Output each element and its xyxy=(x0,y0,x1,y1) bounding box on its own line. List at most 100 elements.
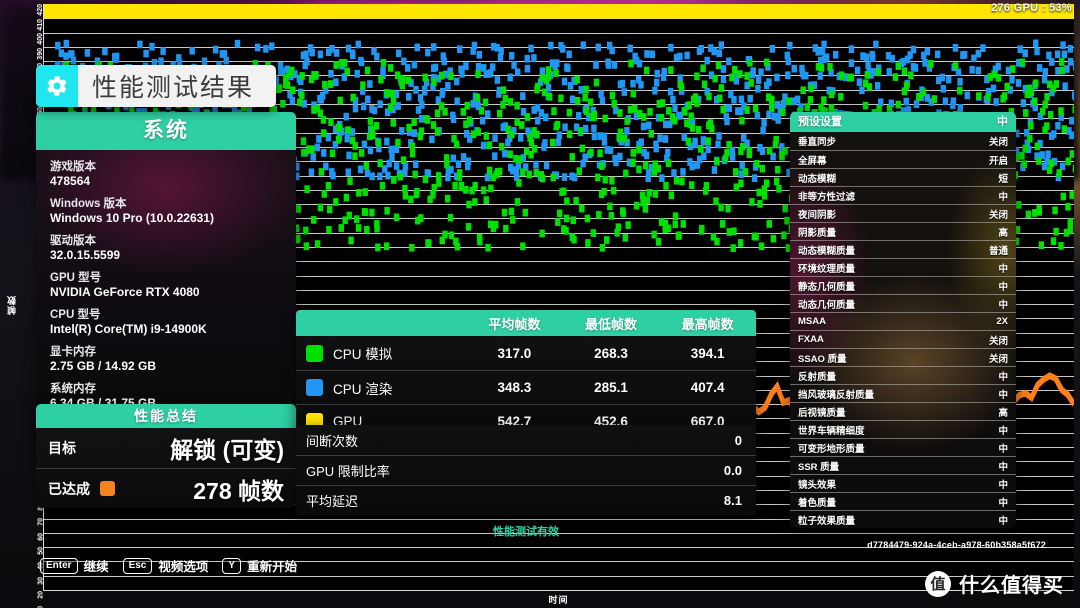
benchmark-run-hash: d7784479-924a-4ceb-a978-60b358a5f672 xyxy=(867,540,1046,550)
setting-value: 中 xyxy=(998,371,1008,383)
setting-row[interactable]: 夜间阴影 关闭 xyxy=(790,204,1016,222)
setting-label: 环境纹理质量 xyxy=(798,263,856,275)
page-title: 性能测试结果 xyxy=(92,74,255,102)
system-info-item: 游戏版本 478564 xyxy=(50,160,282,190)
setting-row[interactable]: 挡风玻璃反射质量 中 xyxy=(790,384,1016,402)
setting-row[interactable]: 世界车辆精细度 中 xyxy=(790,420,1016,438)
stat-value: 8.1 xyxy=(723,493,742,508)
key-hint[interactable]: Enter 继续 xyxy=(40,556,109,575)
setting-value: 中 xyxy=(998,497,1008,509)
fps-avg-value: 317.0 xyxy=(497,345,532,361)
setting-label: 夜间阴影 xyxy=(798,209,837,221)
setting-value: 高 xyxy=(998,407,1008,419)
summary-target-row: 目标 解锁 (可变) xyxy=(36,428,296,468)
keycap: Enter xyxy=(40,557,78,574)
setting-label: 动态模糊质量 xyxy=(798,245,856,257)
system-info-value: 2.75 GB / 14.92 GB xyxy=(50,359,157,374)
setting-row[interactable]: 静态几何质量 中 xyxy=(790,276,1016,294)
setting-label: SSAO 质量 xyxy=(798,353,847,365)
fps-column-header: 最高帧数 xyxy=(681,316,734,332)
setting-label: 反射质量 xyxy=(798,371,837,383)
setting-row[interactable]: 粒子效果质量 中 xyxy=(790,510,1016,528)
setting-row[interactable]: 后视镜质量 高 xyxy=(790,402,1016,420)
graphics-settings-panel: 预设设置 中 垂直同步 关闭 全屏幕 开启 动态模糊短非等方性过滤中夜间阴影 关闭 阴影质量… xyxy=(790,112,1016,528)
setting-value: 关闭 xyxy=(988,209,1008,221)
summary-achieved-label: 已达成 xyxy=(48,480,90,497)
setting-row[interactable]: MSAA 2X xyxy=(790,312,1016,330)
series-color-swatch xyxy=(306,344,323,362)
setting-label: 垂直同步 xyxy=(798,137,837,148)
summary-rows: 目标 解锁 (可变) 已达成 278 帧数 xyxy=(36,428,296,508)
key-hints-bar: Enter 继续 Esc 视频选项 Y 重新开始 xyxy=(40,556,297,575)
setting-row[interactable]: 垂直同步 关闭 xyxy=(790,132,1016,150)
table-row: CPU 渲染 348.3 285.1 407.4 xyxy=(296,370,756,404)
results-title-bar: 性能测试结果 xyxy=(36,65,277,107)
setting-row[interactable]: 着色质量 中 xyxy=(790,492,1016,510)
key-hint[interactable]: Y 重新开始 xyxy=(222,556,297,575)
setting-label: 静态几何质量 xyxy=(798,281,856,293)
chart-x-axis-title: 时间 xyxy=(548,595,569,605)
setting-value: 中 xyxy=(998,263,1008,275)
fps-max-value: 407.4 xyxy=(690,380,725,395)
system-info-item: 显卡内存 2.75 GB / 14.92 GB xyxy=(50,345,282,375)
gear-icon xyxy=(36,65,78,107)
setting-row[interactable]: 反射质量 中 xyxy=(790,366,1016,384)
setting-row[interactable]: 动态几何质量 中 xyxy=(790,294,1016,312)
keycap: Esc xyxy=(122,557,153,574)
setting-value: 短 xyxy=(998,173,1008,185)
achieved-color-swatch xyxy=(100,481,115,496)
setting-row[interactable]: 可变形地形质量 中 xyxy=(790,438,1016,456)
fps-min-value: 268.3 xyxy=(594,345,628,361)
system-info-label: Windows 版本 xyxy=(50,197,127,210)
series-color-swatch xyxy=(306,379,323,396)
setting-label: 后视镜质量 xyxy=(798,407,846,419)
fps-row-name-cell: CPU 模拟 xyxy=(296,343,466,363)
watermark-badge: 值 xyxy=(925,570,951,597)
setting-label: 可变形地形质量 xyxy=(798,443,865,455)
setting-label: 阴影质量 xyxy=(798,227,837,239)
system-info-label: 系统内存 xyxy=(50,382,96,395)
setting-row[interactable]: 动态模糊质量 普通 xyxy=(790,240,1016,258)
setting-value: 中 xyxy=(998,461,1008,473)
setting-value: 中 xyxy=(998,389,1008,401)
system-info-item: GPU 型号 NVIDIA GeForce RTX 4080 xyxy=(50,271,282,301)
summary-target-label: 目标 xyxy=(48,440,76,456)
system-info-label: GPU 型号 xyxy=(50,271,102,284)
setting-row[interactable]: 非等方性过滤 中 xyxy=(790,186,1016,204)
key-hint[interactable]: Esc 视频选项 xyxy=(122,556,209,575)
setting-row[interactable]: 镜头效果 中 xyxy=(790,474,1016,492)
setting-row[interactable]: 全屏幕 开启 xyxy=(790,150,1016,168)
system-info-item: 驱动版本 32.0.15.5599 xyxy=(50,234,282,264)
setting-row[interactable]: FXAA 关闭 xyxy=(790,330,1016,348)
stat-row: 间断次数 0 xyxy=(296,425,756,455)
watermark-text: 什么值得买 xyxy=(959,575,1064,597)
setting-label: 挡风玻璃反射质量 xyxy=(798,389,875,401)
setting-label: 着色质量 xyxy=(798,497,837,509)
setting-label: 世界车辆精细度 xyxy=(798,425,865,437)
perf-overlay-counter: 276 GPU : 53% xyxy=(991,2,1072,14)
stat-label: 间断次数 xyxy=(306,433,359,449)
setting-row[interactable]: SSR 质量 中 xyxy=(790,456,1016,474)
system-info-item: Windows 版本 Windows 10 Pro (10.0.22631) xyxy=(50,197,282,227)
setting-row[interactable]: 环境纹理质量 中 xyxy=(790,258,1016,276)
key-hint-label: 继续 xyxy=(83,560,109,574)
setting-value: 中 xyxy=(998,191,1008,203)
stat-label: GPU 限制比率 xyxy=(306,464,390,479)
setting-label: 全屏幕 xyxy=(798,155,827,167)
keycap: Y xyxy=(222,557,242,574)
setting-value: 普通 xyxy=(988,245,1008,257)
setting-row[interactable]: 动态模糊 短 xyxy=(790,168,1016,186)
setting-label: MSAA xyxy=(798,316,826,327)
fps-row-name-cell: CPU 渲染 xyxy=(296,378,466,398)
system-info-value: 478564 xyxy=(50,174,91,189)
fps-table-header: 平均帧数 最低帧数 最高帧数 xyxy=(296,310,756,336)
system-info-label: 显卡内存 xyxy=(50,345,96,358)
fps-column-header: 最低帧数 xyxy=(585,316,638,332)
setting-value: 关闭 xyxy=(988,335,1008,347)
setting-row[interactable]: SSAO 质量 关闭 xyxy=(790,348,1016,366)
setting-row[interactable]: 阴影质量 高 xyxy=(790,222,1016,240)
summary-target-value: 解锁 (可变) xyxy=(170,437,284,463)
setting-value: 中 xyxy=(998,425,1008,437)
fps-row-label: CPU 渲染 xyxy=(333,381,393,397)
key-hint-label: 视频选项 xyxy=(158,560,209,574)
